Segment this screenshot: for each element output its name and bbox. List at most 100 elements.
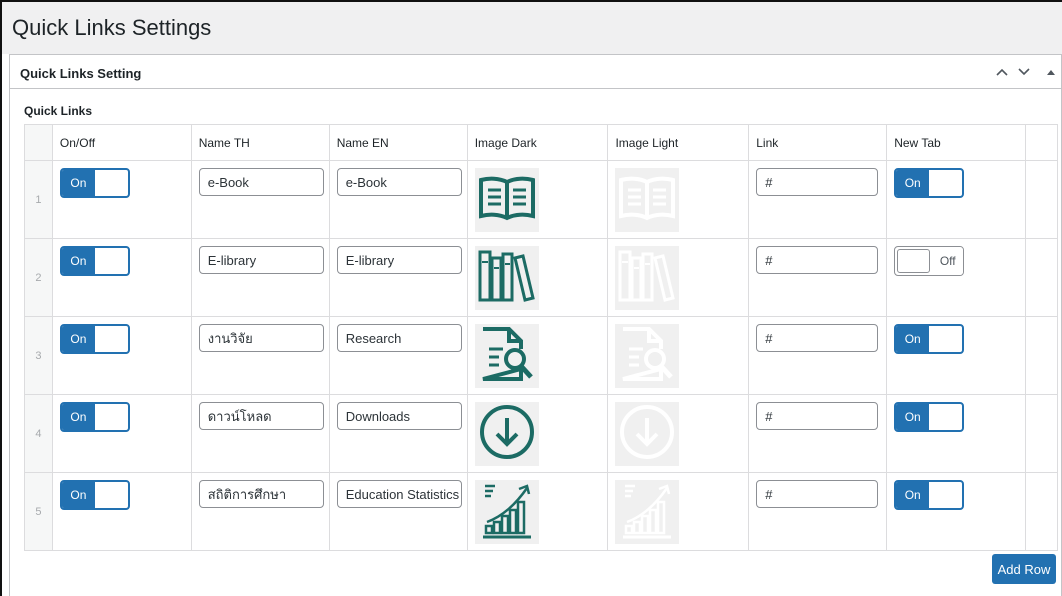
row-actions-cell[interactable] <box>1025 238 1058 317</box>
image-light-upload[interactable] <box>615 480 680 544</box>
column-header-on-off: On/Off <box>51 124 192 161</box>
name-th-cell: งานวิจัย <box>190 316 330 395</box>
chevron-down-icon[interactable] <box>1013 61 1035 83</box>
switch-label: On <box>61 404 95 430</box>
chevron-up-icon[interactable] <box>991 61 1013 83</box>
image-dark-upload[interactable] <box>474 480 539 545</box>
library-icon <box>617 248 677 309</box>
link-input[interactable]: # <box>756 480 879 508</box>
on-off-switch[interactable]: On <box>59 246 130 276</box>
image-dark-upload[interactable] <box>474 246 539 310</box>
switch-label: Off <box>932 247 964 275</box>
row-actions-cell[interactable] <box>1025 394 1058 473</box>
row-number-header <box>24 124 53 161</box>
row-actions-cell[interactable] <box>1025 472 1058 551</box>
link-input[interactable]: # <box>756 402 879 430</box>
column-header-image-light: Image Light <box>607 124 750 161</box>
switch-label: On <box>896 482 930 508</box>
switch-label: On <box>61 170 95 196</box>
image-dark-upload[interactable] <box>474 168 539 232</box>
on-off-cell: On <box>51 472 192 551</box>
on-off-switch[interactable]: On <box>59 480 130 510</box>
name-en-input[interactable]: E-library <box>336 246 462 274</box>
new-tab-cell: On <box>886 472 1027 551</box>
switch-knob <box>897 249 931 273</box>
image-dark-cell <box>466 472 609 551</box>
new-tab-switch[interactable]: On <box>894 402 965 432</box>
actions-header <box>1025 124 1058 161</box>
statistics-icon <box>477 480 537 545</box>
new-tab-cell: On <box>886 394 1027 473</box>
table-row: 3 On งานวิจัย Research # On <box>24 316 1058 395</box>
name-en-input[interactable]: e-Book <box>336 168 462 196</box>
switch-label: On <box>61 482 95 508</box>
image-light-cell <box>607 160 750 239</box>
name-th-cell: ดาวน์โหลด <box>190 394 330 473</box>
image-light-upload[interactable] <box>615 168 680 232</box>
row-number[interactable]: 5 <box>24 472 53 551</box>
name-en-input[interactable]: Education Statistics <box>336 480 462 508</box>
switch-label: On <box>896 170 930 196</box>
switch-knob <box>96 406 126 428</box>
name-th-input[interactable]: e-Book <box>198 168 324 196</box>
name-en-cell: E-library <box>328 238 468 317</box>
image-dark-upload[interactable] <box>474 402 539 466</box>
link-input[interactable]: # <box>756 168 879 196</box>
column-header-image-dark: Image Dark <box>466 124 609 161</box>
on-off-cell: On <box>51 316 192 395</box>
row-number[interactable]: 3 <box>24 316 53 395</box>
name-en-input[interactable]: Downloads <box>336 402 462 430</box>
link-cell: # <box>748 394 888 473</box>
switch-knob <box>931 484 961 506</box>
name-th-input[interactable]: ดาวน์โหลด <box>198 402 324 430</box>
on-off-switch[interactable]: On <box>59 402 130 432</box>
switch-knob <box>96 250 126 272</box>
table-row: 2 On E-library E-library # Off <box>24 238 1058 317</box>
image-light-upload[interactable] <box>615 246 680 310</box>
new-tab-cell: On <box>886 160 1027 239</box>
row-number[interactable]: 1 <box>24 160 53 239</box>
image-dark-cell <box>466 160 609 239</box>
image-light-upload[interactable] <box>615 402 680 466</box>
switch-knob <box>96 484 126 506</box>
add-row-button[interactable]: Add Row <box>992 554 1056 584</box>
field-label: Quick Links <box>24 104 93 118</box>
switch-label: On <box>896 326 930 352</box>
link-input[interactable]: # <box>756 246 879 274</box>
column-header-name-th: Name TH <box>190 124 330 161</box>
new-tab-switch[interactable]: On <box>894 324 965 354</box>
row-number[interactable]: 4 <box>24 394 53 473</box>
column-header-name-en: Name EN <box>328 124 468 161</box>
switch-label: On <box>61 326 95 352</box>
new-tab-switch[interactable]: Off <box>894 246 965 276</box>
row-number[interactable]: 2 <box>24 238 53 317</box>
name-en-cell: Downloads <box>328 394 468 473</box>
on-off-switch[interactable]: On <box>59 168 130 198</box>
link-cell: # <box>748 238 888 317</box>
link-input[interactable]: # <box>756 324 879 352</box>
research-icon <box>617 325 677 388</box>
on-off-switch[interactable]: On <box>59 324 130 354</box>
image-light-cell <box>607 238 750 317</box>
on-off-cell: On <box>51 394 192 473</box>
new-tab-switch[interactable]: On <box>894 480 965 510</box>
table-row: 1 On e-Book e-Book # On <box>24 160 1058 239</box>
name-th-input[interactable]: งานวิจัย <box>198 324 324 352</box>
new-tab-switch[interactable]: On <box>894 168 965 198</box>
table-row: 4 On ดาวน์โหลด Downloads # On <box>24 394 1058 473</box>
image-light-upload[interactable] <box>615 324 680 388</box>
image-dark-upload[interactable] <box>474 324 539 388</box>
switch-knob <box>931 328 961 350</box>
row-actions-cell[interactable] <box>1025 316 1058 395</box>
table-header-row: On/Off Name TH Name EN Image Dark Image … <box>24 124 1058 161</box>
name-th-input[interactable]: สถิติการศึกษา <box>198 480 324 508</box>
switch-knob <box>931 406 961 428</box>
row-actions-cell[interactable] <box>1025 160 1058 239</box>
link-cell: # <box>748 472 888 551</box>
name-th-input[interactable]: E-library <box>198 246 324 274</box>
name-en-input[interactable]: Research <box>336 324 462 352</box>
name-en-cell: e-Book <box>328 160 468 239</box>
collapse-toggle-icon[interactable] <box>1040 61 1062 83</box>
link-cell: # <box>748 160 888 239</box>
image-dark-cell <box>466 394 609 473</box>
